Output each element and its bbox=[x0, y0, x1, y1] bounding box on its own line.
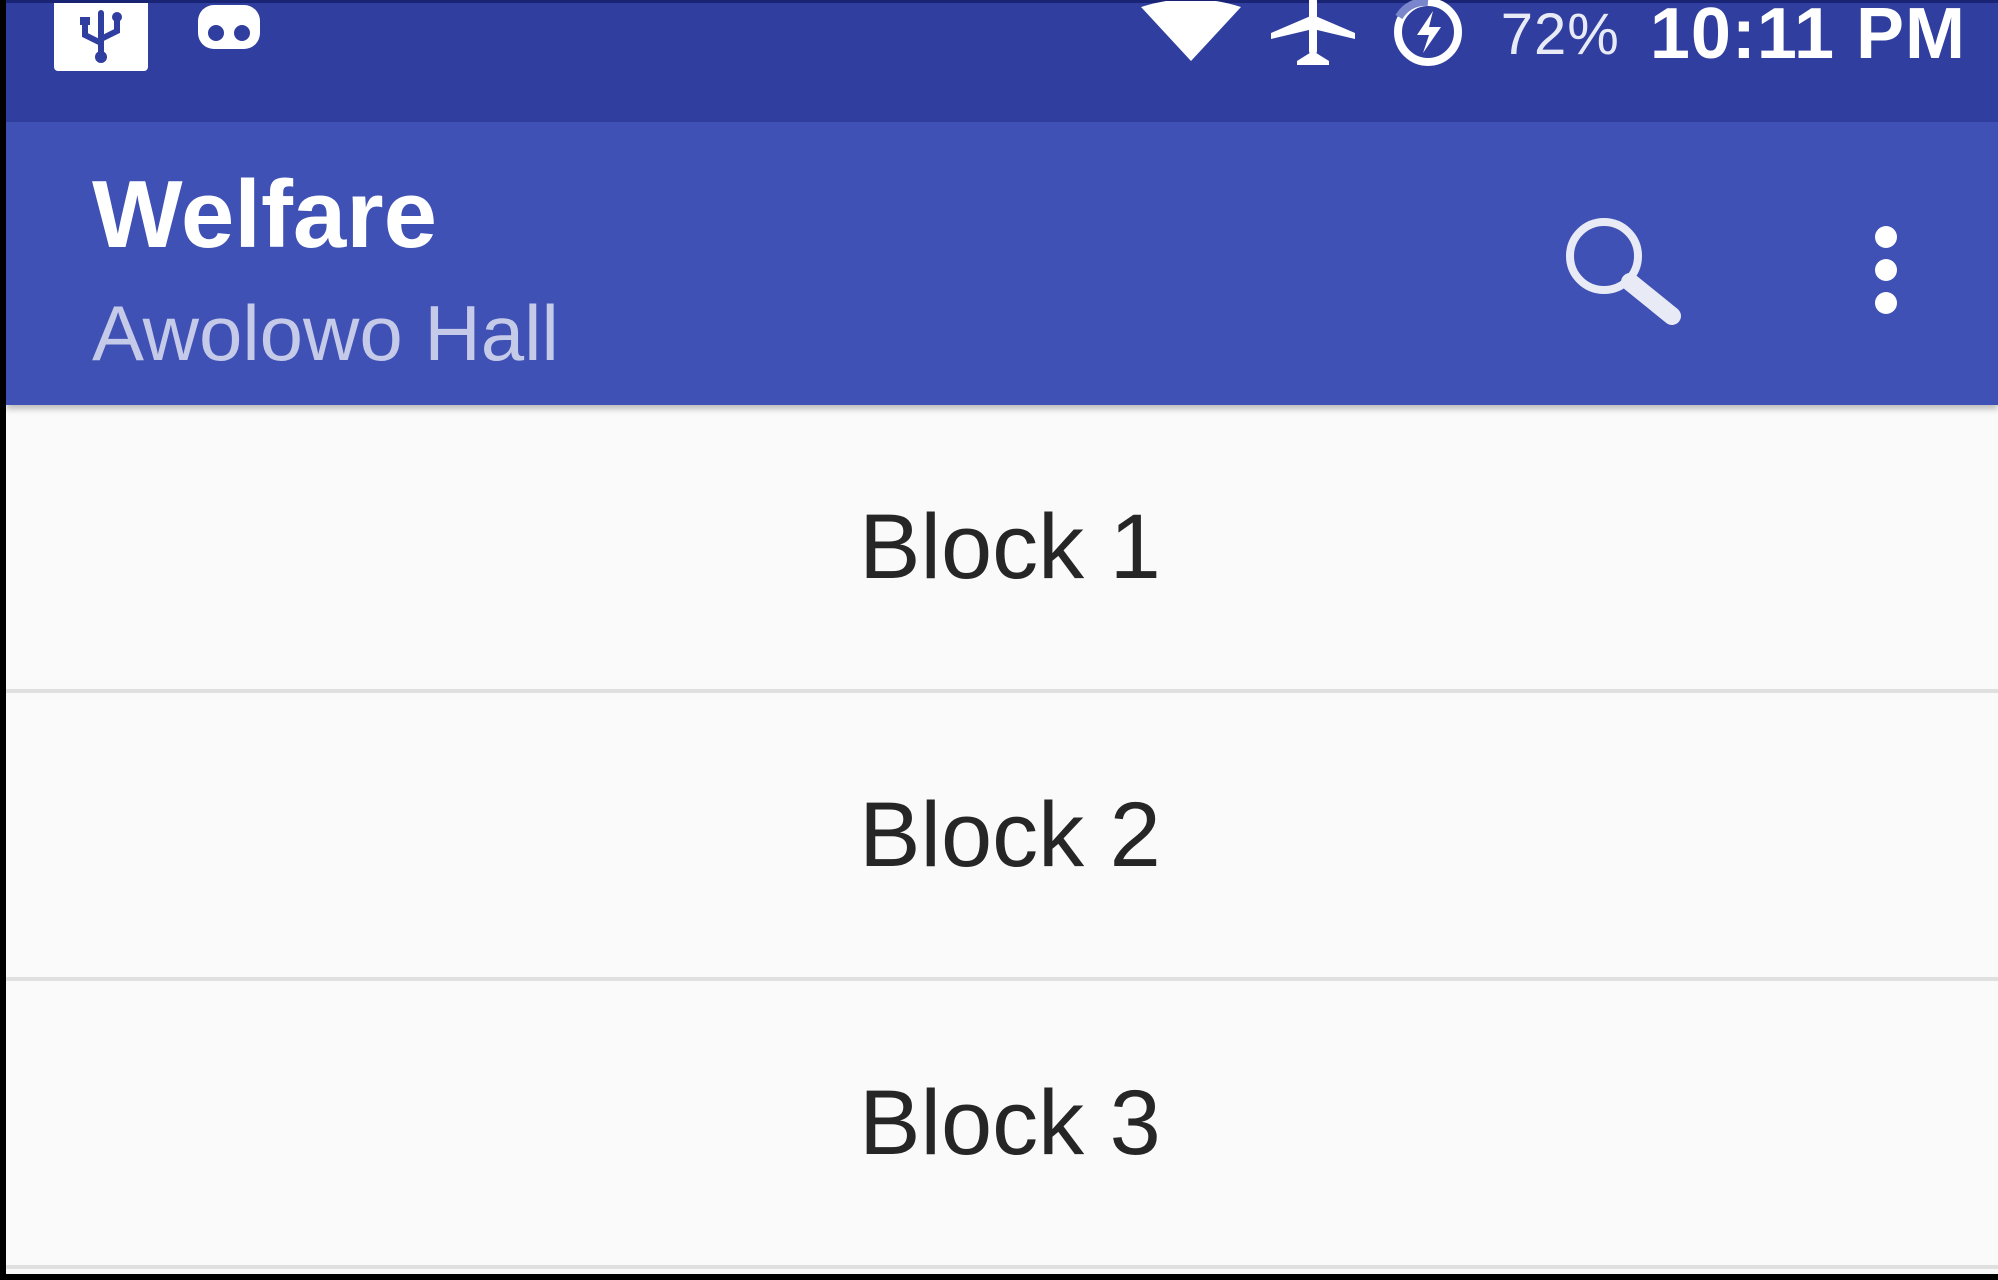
status-clock: 10:11 PM bbox=[1649, 0, 1966, 74]
system-status: 72% 10:11 PM bbox=[1140, 0, 1966, 74]
battery-percentage: 72% bbox=[1500, 1, 1620, 67]
page-subtitle: Awolowo Hall bbox=[92, 289, 559, 377]
search-button[interactable] bbox=[1546, 197, 1696, 347]
search-icon bbox=[1556, 210, 1686, 335]
usb-icon bbox=[54, 3, 148, 71]
app-bar: Welfare Awolowo Hall bbox=[6, 122, 1998, 405]
list-item-label: Block 2 bbox=[859, 783, 1161, 886]
wifi-icon bbox=[1140, 0, 1241, 68]
notification-icons bbox=[54, 3, 262, 73]
airplane-mode-icon bbox=[1270, 0, 1355, 72]
battery-saver-icon bbox=[1385, 0, 1471, 72]
list-item-label: Block 1 bbox=[859, 495, 1161, 598]
list-item-label: Block 3 bbox=[859, 1071, 1161, 1174]
voicemail-icon bbox=[196, 3, 262, 58]
list-item-block-2[interactable]: Block 2 bbox=[6, 693, 1998, 981]
list-item-block-1[interactable]: Block 1 bbox=[6, 405, 1998, 693]
block-list: Block 1 Block 2 Block 3 bbox=[6, 405, 1998, 1269]
page-title: Welfare bbox=[92, 161, 438, 268]
more-options-button[interactable] bbox=[1836, 197, 1936, 347]
phone-screen: 72% 10:11 PM Welfare Awolowo Hall Block … bbox=[6, 0, 1998, 1274]
status-bar: 72% 10:11 PM bbox=[6, 0, 1998, 122]
more-options-icon bbox=[1871, 225, 1901, 320]
list-item-block-3[interactable]: Block 3 bbox=[6, 981, 1998, 1269]
